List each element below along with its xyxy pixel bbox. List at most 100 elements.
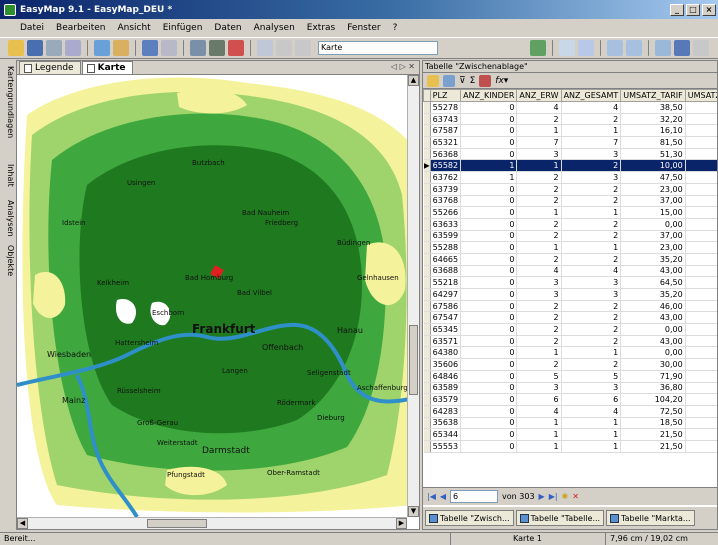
save-icon[interactable] [27, 40, 43, 56]
row-header[interactable] [423, 101, 431, 114]
table-cell[interactable]: 0 [460, 346, 518, 360]
table-cell[interactable] [685, 405, 717, 418]
table-cell[interactable]: 3 [561, 276, 622, 289]
table-row[interactable]: 63571 0 2 2 43,00 [423, 335, 717, 348]
table-row[interactable]: 63739 0 2 2 23,00 [423, 183, 717, 196]
table-cell[interactable]: 5 [516, 370, 562, 383]
map-vertical-scrollbar[interactable]: ▲ ▼ [407, 75, 419, 517]
row-header[interactable] [423, 241, 431, 254]
table-cell[interactable]: 1 [516, 159, 562, 173]
row-header[interactable] [423, 171, 431, 184]
row-header[interactable] [423, 148, 431, 161]
table-cell[interactable]: 0 [460, 300, 518, 313]
table-row[interactable]: 67547 0 2 2 43,00 [423, 311, 717, 325]
table-row[interactable]: 63599 0 2 2 37,00 [423, 230, 717, 243]
table-cell[interactable]: 63739 [430, 183, 462, 196]
table-cell[interactable] [685, 183, 717, 196]
table-cell[interactable]: 3 [561, 288, 622, 301]
table-cell[interactable]: 63589 [430, 382, 462, 395]
row-header[interactable] [423, 370, 431, 383]
table-cell[interactable]: 2 [561, 113, 622, 126]
menu-fenster[interactable]: Fenster [347, 23, 380, 33]
table-cell[interactable] [685, 288, 717, 301]
table-cell[interactable] [685, 101, 717, 114]
table-cell[interactable]: 63599 [430, 230, 462, 243]
folder-icon[interactable] [427, 74, 439, 87]
scroll-thumb[interactable] [147, 519, 207, 528]
side-tab-inhalt[interactable]: Inhalt [3, 164, 15, 187]
table-cell[interactable]: 0 [460, 136, 518, 149]
table-cell[interactable]: 64283 [430, 405, 462, 418]
table-cell[interactable]: 7 [516, 136, 562, 149]
choropleth-map[interactable]: Frankfurt Offenbach Darmstadt Bad Hombur… [17, 75, 419, 517]
table-cell[interactable]: 67547 [430, 311, 462, 325]
table-cell[interactable]: 4 [516, 101, 562, 114]
table-cell[interactable]: 0 [460, 417, 518, 430]
scroll-left-arrow[interactable]: ◀ [17, 518, 28, 529]
table-cell[interactable]: 2 [561, 218, 622, 231]
column-header[interactable]: ANZ_KINDER [460, 89, 518, 102]
table-row[interactable]: 67586 0 2 2 46,00 [423, 300, 717, 313]
row-header[interactable] [423, 405, 431, 418]
table-cell[interactable]: 55553 [430, 440, 462, 453]
table-cell[interactable]: 55218 [430, 276, 462, 289]
table-cell[interactable]: 36,80 [620, 382, 686, 395]
table-row[interactable]: 65321 0 7 7 81,50 [423, 136, 717, 149]
table-cell[interactable]: 65321 [430, 136, 462, 149]
table-cell[interactable]: 35,20 [620, 253, 686, 266]
table-cell[interactable] [685, 323, 717, 336]
table-cell[interactable] [685, 417, 717, 430]
row-header[interactable] [423, 265, 431, 278]
table-row[interactable]: 63743 0 2 2 32,20 [423, 113, 717, 126]
table-cell[interactable]: 1 [460, 159, 518, 173]
row-header[interactable] [423, 346, 431, 360]
table-cell[interactable]: 4 [561, 101, 622, 114]
table-cell[interactable]: 0 [460, 101, 518, 114]
table-cell[interactable]: 1 [561, 206, 622, 219]
record-input[interactable]: 6 [450, 490, 499, 503]
function-icon[interactable]: fx▾ [495, 76, 508, 86]
tab-table-markta[interactable]: Tabelle "Markta... [606, 510, 695, 526]
table-cell[interactable]: 64846 [430, 370, 462, 383]
table-cell[interactable]: 64665 [430, 253, 462, 266]
table-row[interactable]: 55218 0 3 3 64,50 [423, 276, 717, 289]
table-cell[interactable]: 72,50 [620, 405, 686, 418]
table-cell[interactable] [685, 370, 717, 383]
table-cell[interactable]: 2 [516, 195, 562, 208]
scroll-down-arrow[interactable]: ▼ [408, 506, 419, 517]
row-header[interactable] [423, 113, 431, 126]
table-row[interactable]: 64297 0 3 3 35,20 [423, 288, 717, 301]
table-cell[interactable]: 0 [460, 276, 518, 289]
table-cell[interactable]: 1 [561, 417, 622, 430]
table-cell[interactable]: 55288 [430, 241, 462, 254]
chart-icon[interactable] [530, 40, 546, 56]
tab-table-zwischenablage[interactable]: Tabelle "Zwisch... [425, 510, 514, 526]
table-cell[interactable] [685, 171, 717, 184]
row-header[interactable] [423, 393, 431, 406]
column-header[interactable]: PLZ [429, 89, 462, 102]
table-row[interactable]: 55278 0 4 4 38,50 [423, 101, 717, 114]
search-icon[interactable] [578, 40, 594, 56]
zoom-extent-icon[interactable] [655, 40, 671, 56]
table-cell[interactable]: 0 [460, 124, 518, 138]
row-header[interactable] [423, 382, 431, 395]
side-tab-analysen[interactable]: Analysen [3, 200, 15, 237]
column-header[interactable]: UMSATZ_ [684, 89, 717, 102]
table-cell[interactable]: 6 [561, 393, 622, 406]
table-cell[interactable]: 0 [460, 440, 518, 453]
filter-icon[interactable]: ⊽ [459, 76, 466, 86]
window-icon[interactable] [674, 40, 690, 56]
table-cell[interactable]: 43,00 [620, 265, 686, 278]
table-cell[interactable]: 3 [516, 276, 562, 289]
table-cell[interactable]: 0 [460, 393, 518, 406]
table-cell[interactable]: 16,10 [620, 124, 686, 138]
menu-ansicht[interactable]: Ansicht [117, 23, 150, 33]
table-cell[interactable]: 2 [516, 335, 562, 348]
layer-edit-icon[interactable] [209, 40, 225, 56]
table-cell[interactable]: 35638 [430, 417, 462, 430]
table-cell[interactable]: 0 [460, 183, 518, 196]
table-cell[interactable]: 2 [516, 323, 562, 336]
table-cell[interactable]: 63762 [430, 171, 462, 184]
table-cell[interactable]: 63633 [430, 218, 462, 231]
table-cell[interactable]: 6 [516, 393, 562, 406]
